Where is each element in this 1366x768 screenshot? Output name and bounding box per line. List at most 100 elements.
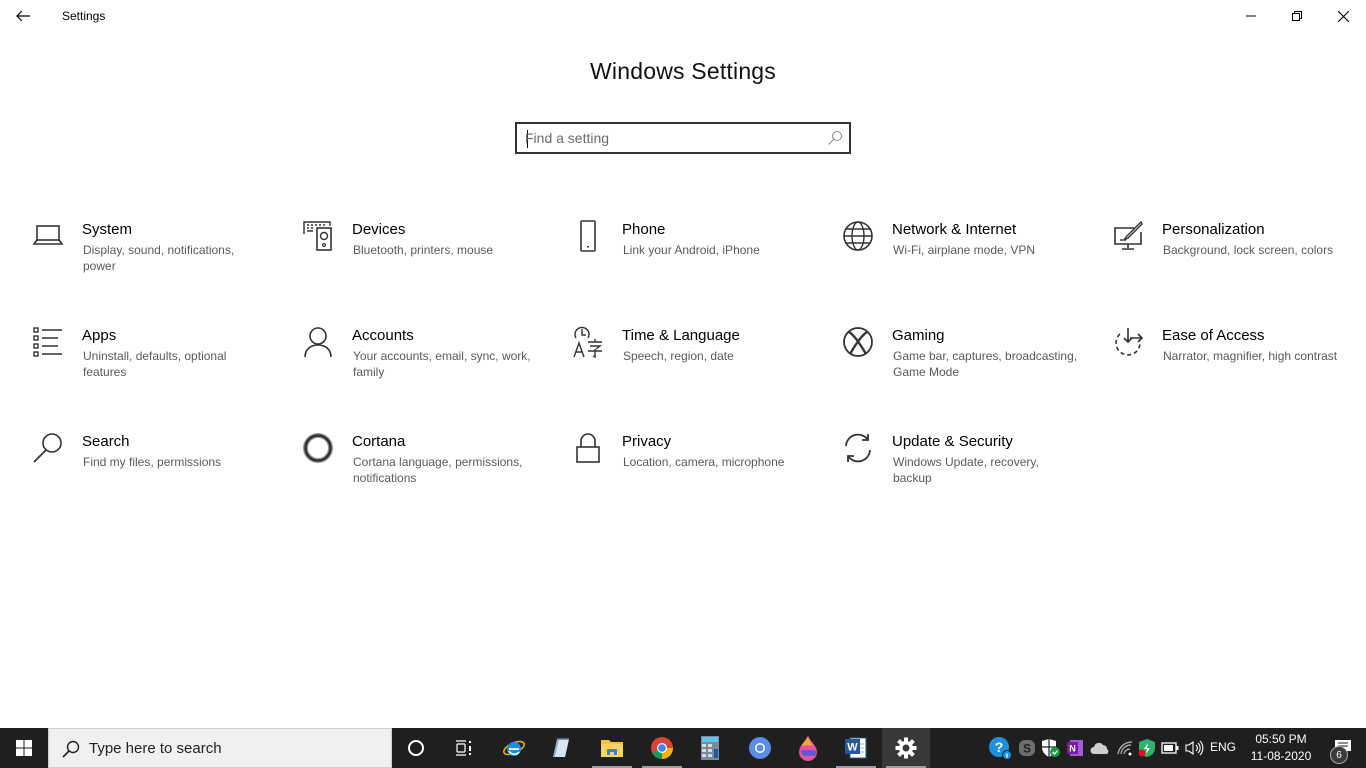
svg-text:S: S	[1023, 742, 1031, 756]
taskbar-calculator[interactable]	[686, 728, 734, 768]
restore-icon	[1292, 11, 1302, 21]
tile-gaming[interactable]: Gaming Game bar, captures, broadcasting,…	[840, 324, 1100, 404]
taskbar-word[interactable]: W	[832, 728, 880, 768]
taskbar-notepad[interactable]	[538, 728, 586, 768]
tray-onenote[interactable]: N	[1064, 728, 1086, 768]
back-button[interactable]	[0, 0, 46, 32]
tile-title: Cortana	[352, 433, 406, 450]
page-title: Windows Settings	[590, 58, 776, 84]
settings-window: Settings Windows Settings System Display…	[0, 0, 1366, 728]
title-bar: Settings	[0, 0, 1366, 32]
lock-icon	[576, 433, 600, 463]
tray-volume[interactable]	[1182, 728, 1206, 768]
tile-title: Privacy	[622, 433, 672, 450]
tile-title: Search	[82, 433, 130, 450]
tile-title: Gaming	[892, 327, 945, 344]
tile-phone[interactable]: Phone Link your Android, iPhone	[570, 218, 830, 298]
taskbar-settings[interactable]	[882, 728, 930, 768]
tile-title: Update & Security	[892, 433, 1013, 450]
tray-battery[interactable]	[1158, 728, 1182, 768]
tile-network-internet[interactable]: Network & Internet Wi-Fi, airplane mode,…	[840, 218, 1100, 298]
tile-devices[interactable]: Devices Bluetooth, printers, mouse	[300, 218, 560, 298]
tile-ease-of-access[interactable]: Ease of Access Narrator, magnifier, high…	[1110, 324, 1366, 404]
close-button[interactable]	[1320, 0, 1366, 32]
tray-defender[interactable]	[1136, 728, 1158, 768]
start-button[interactable]	[0, 728, 48, 768]
notification-count-badge: 6	[1330, 746, 1348, 764]
chrome-icon	[651, 737, 673, 759]
tile-update-security[interactable]: Update & Security Windows Update, recove…	[840, 430, 1100, 510]
windows-logo-icon	[16, 740, 32, 756]
tray-skype[interactable]: S	[1016, 728, 1038, 768]
taskbar-file-explorer[interactable]	[588, 728, 636, 768]
tile-search[interactable]: Search Find my files, permissions	[30, 430, 290, 510]
globe-icon	[843, 221, 873, 251]
tile-desc: Uninstall, defaults, optional features	[83, 349, 227, 379]
tile-title: Network & Internet	[892, 221, 1017, 238]
tile-cortana[interactable]: Cortana Cortana language, permissions, n…	[300, 430, 560, 510]
security-shield-icon	[1042, 739, 1060, 757]
tile-accounts[interactable]: Accounts Your accounts, email, sync, wor…	[300, 324, 560, 404]
arrow-left-icon	[16, 10, 30, 22]
clock-date: 11-08-2020	[1250, 749, 1312, 763]
person-icon	[304, 327, 332, 358]
tile-personalization[interactable]: Personalization Background, lock screen,…	[1110, 218, 1366, 298]
tile-desc: Narrator, magnifier, high contrast	[1163, 349, 1338, 363]
tile-apps[interactable]: Apps Uninstall, defaults, optional featu…	[30, 324, 290, 404]
wifi-icon	[1117, 741, 1133, 756]
cortana-circle-icon	[408, 740, 424, 756]
svg-text:N: N	[1069, 744, 1076, 754]
tray-wifi[interactable]	[1114, 728, 1136, 768]
taskbar-search-box[interactable]: Type here to search	[48, 728, 392, 768]
help-icon: ?	[989, 737, 1012, 760]
tile-title: Time & Language	[622, 327, 740, 344]
tile-title: Accounts	[352, 327, 414, 344]
skype-icon: S	[1019, 740, 1035, 756]
taskbar-task-view[interactable]	[440, 728, 488, 768]
folder-icon	[601, 740, 623, 757]
input-language[interactable]: ENG	[1210, 740, 1236, 754]
tile-title: System	[82, 221, 133, 238]
task-view-icon	[456, 740, 471, 756]
taskbar-chrome[interactable]	[638, 728, 686, 768]
tile-title: Phone	[622, 221, 666, 238]
taskbar-chromium[interactable]	[736, 728, 784, 768]
tile-system[interactable]: System Display, sound, notifications, po…	[30, 218, 290, 298]
tile-privacy[interactable]: Privacy Location, camera, microphone	[570, 430, 830, 510]
calculator-icon	[701, 736, 719, 760]
taskbar-internet-explorer[interactable]	[490, 728, 538, 768]
magnifier-icon	[33, 433, 62, 463]
clock[interactable]: 05:50 PM 11-08-2020	[1246, 731, 1316, 765]
laptop-icon	[32, 225, 64, 245]
onenote-icon: N	[1067, 740, 1083, 756]
tile-title: Devices	[352, 221, 406, 238]
find-setting-input[interactable]	[525, 127, 815, 149]
taskbar-cortana[interactable]	[392, 728, 440, 768]
tile-desc: Bluetooth, printers, mouse	[353, 243, 494, 257]
tile-desc: Wi-Fi, airplane mode, VPN	[893, 243, 1036, 257]
tile-desc: Windows Update, recovery, backup	[893, 455, 1039, 485]
tile-desc: Background, lock screen, colors	[1163, 243, 1334, 257]
search-icon[interactable]	[827, 130, 843, 146]
taskbar-paint-3d[interactable]	[784, 728, 832, 768]
taskbar-search-placeholder: Type here to search	[89, 740, 222, 757]
tile-time-language[interactable]: Time & Language Speech, region, date	[570, 324, 830, 404]
tile-desc: Find my files, permissions	[83, 455, 222, 469]
apps-list-icon	[33, 327, 62, 357]
taskbar: Type here to search W ? S N ENG 05:50 PM…	[0, 728, 1366, 768]
notepad-icon	[553, 738, 569, 757]
minimize-button[interactable]	[1228, 0, 1274, 32]
find-setting-search[interactable]	[515, 122, 851, 154]
restore-button[interactable]	[1274, 0, 1320, 32]
tray-windows-security[interactable]	[1040, 728, 1062, 768]
cortana-icon	[303, 433, 333, 463]
xbox-icon	[843, 327, 873, 357]
word-icon: W	[845, 737, 867, 759]
paint-drop-icon	[799, 736, 817, 761]
volume-icon	[1185, 740, 1204, 756]
battery-icon	[1161, 742, 1179, 754]
ease-of-access-icon	[1115, 328, 1144, 356]
tray-onedrive[interactable]	[1088, 728, 1112, 768]
search-icon	[62, 740, 80, 758]
tray-help[interactable]: ?	[986, 728, 1014, 768]
